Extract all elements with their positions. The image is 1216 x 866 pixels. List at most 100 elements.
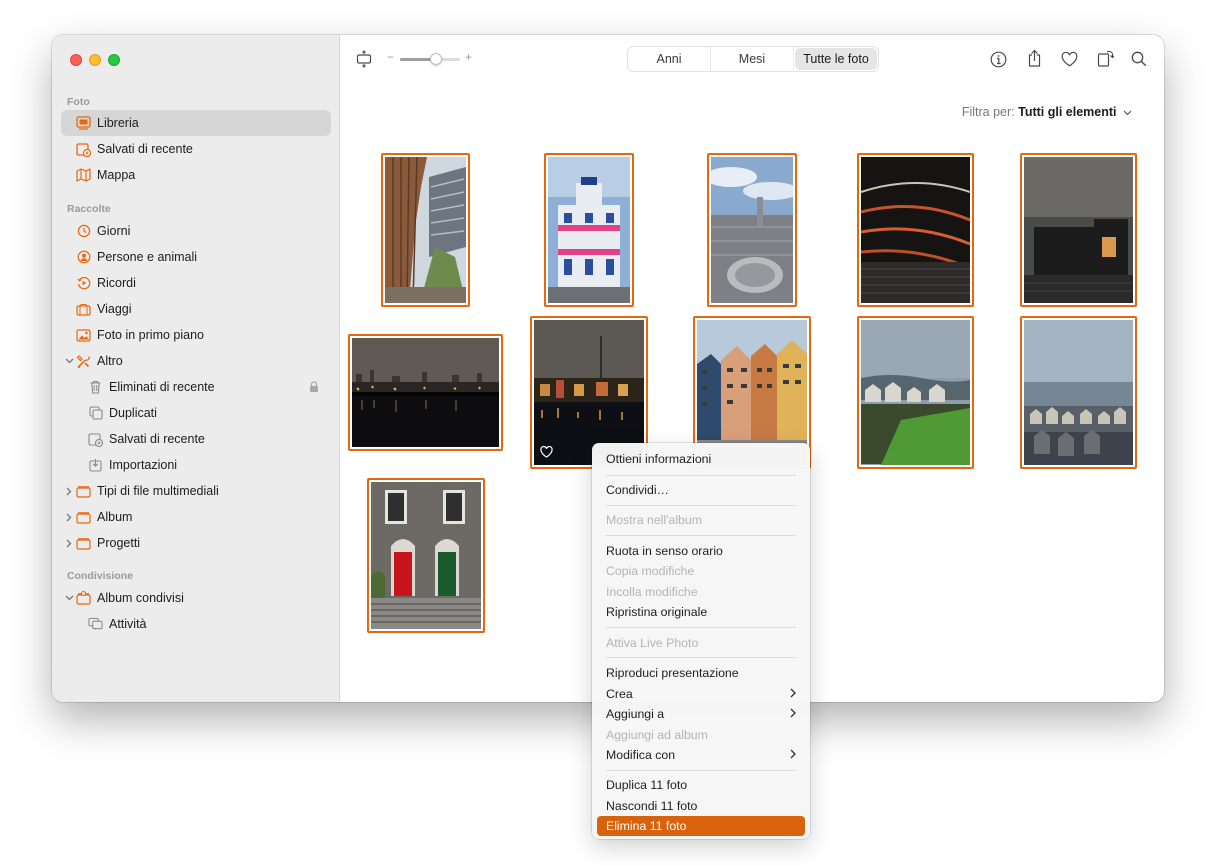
sidebar-item-foto-in-primo-piano[interactable]: Foto in primo piano [61,322,331,348]
menu-item-label: Aggiungi a [606,707,665,721]
photo-thumbnail[interactable] [857,316,974,469]
menu-separator [606,770,796,771]
menu-item-aggiungi-a[interactable]: Aggiungi a [597,704,805,724]
photo-thumbnail[interactable] [1020,316,1137,469]
menu-item-riproduci-presentazione[interactable]: Riproduci presentazione [597,663,805,683]
sidebar-item-label: Salvati di recente [109,432,205,446]
aspect-ratio-icon[interactable] [353,48,375,70]
sidebar-item-label: Progetti [97,536,141,550]
photo-thumbnail[interactable] [544,153,634,307]
photo-image [861,157,970,303]
sidebar-item-salvati-di-recente[interactable]: Salvati di recente [61,136,331,162]
filter-label: Filtra per: [961,105,1015,119]
zoom-slider[interactable]: − + [387,50,477,66]
photo-thumbnail[interactable] [857,153,974,307]
chevron-down-icon [1120,105,1132,119]
memories-icon [76,276,91,291]
zoom-knob[interactable] [430,53,442,65]
sidebar-item-libreria[interactable]: Libreria [61,110,331,136]
sidebar-item-salvati-di-recente-altro[interactable]: Salvati di recente [61,426,331,452]
photo-thumbnail[interactable] [381,153,470,307]
sidebar-item-persone-e-animali[interactable]: Persone e animali [61,244,331,270]
minimize-window-button[interactable] [89,54,101,66]
featured-photos-icon [76,328,91,343]
chevron-down-icon[interactable] [64,592,74,604]
tab-mesi[interactable]: Mesi [711,47,794,71]
folder-icon [76,510,91,525]
tab-anni[interactable]: Anni [628,47,711,71]
photo-image [548,157,630,303]
menu-item-nascondi-11-foto[interactable]: Nascondi 11 foto [597,796,805,816]
map-icon [76,168,91,183]
sidebar-item-progetti[interactable]: Progetti [61,530,331,556]
sidebar-item-label: Attività [109,617,147,631]
search-icon[interactable] [1128,48,1150,70]
menu-item-ottieni-informazioni[interactable]: Ottieni informazioni [597,449,805,469]
heart-icon[interactable] [1058,48,1080,70]
menu-item-aggiungi-ad-album: Aggiungi ad album [606,728,708,742]
sidebar-item-label: Importazioni [109,458,178,472]
sidebar-item-album[interactable]: Album [61,504,331,530]
zoom-window-button[interactable] [108,54,120,66]
photo-thumbnail[interactable] [707,153,797,307]
recently-saved-icon [88,432,103,447]
photo-image [861,320,970,465]
sidebar-item-duplicati[interactable]: Duplicati [61,400,331,426]
menu-item-crea[interactable]: Crea [597,684,805,704]
folder-icon [76,484,91,499]
sidebar-item-altro[interactable]: Altro [61,348,331,374]
menu-separator [606,657,796,658]
menu-item-elimina-11-foto[interactable]: Elimina 11 foto [597,816,805,836]
photo-image [352,338,499,447]
folder-icon [76,536,91,551]
sidebar-item-label: Eliminati di recente [109,380,215,394]
tab-tutte-le-foto[interactable]: Tutte le foto [795,48,877,70]
chevron-right-icon[interactable] [64,485,74,497]
photo-thumbnail[interactable] [1020,153,1137,307]
trips-icon [76,302,91,317]
favorite-heart-icon[interactable] [540,445,553,461]
menu-separator [606,475,796,476]
photo-thumbnail[interactable] [348,334,503,451]
sidebar: Foto Libreria Salvati di recente Mappa R… [52,35,340,702]
sidebar-item-giorni[interactable]: Giorni [61,218,331,244]
imports-icon [88,458,103,473]
filter-control[interactable]: Filtra per: Tutti gli elementi [962,105,1132,119]
menu-item-duplica-11-foto[interactable]: Duplica 11 foto [597,775,805,795]
sidebar-item-ricordi[interactable]: Ricordi [61,270,331,296]
menu-item-ripristina-originale[interactable]: Ripristina originale [597,602,805,622]
chevron-right-icon[interactable] [64,537,74,549]
menu-item-attiva-live-photo: Attiva Live Photo [606,636,699,650]
menu-item-modifica-con[interactable]: Modifica con [597,745,805,765]
sidebar-item-label: Ricordi [97,276,136,290]
sidebar-item-mappa[interactable]: Mappa [61,162,331,188]
sidebar-item-album-condivisi[interactable]: Album condivisi [61,585,331,611]
sidebar-item-label: Viaggi [97,302,132,316]
menu-item-condividi[interactable]: Condividi… [597,480,805,500]
section-label-foto: Foto [67,96,90,108]
view-segmented-control: Anni Mesi Tutte le foto [627,46,879,72]
close-window-button[interactable] [70,54,82,66]
sidebar-item-importazioni[interactable]: Importazioni [61,452,331,478]
context-menu: Ottieni informazioni Condividi… Mostra n… [592,443,810,839]
sidebar-item-label: Album condivisi [97,591,184,605]
sidebar-item-tipi-di-file-multimediali[interactable]: Tipi di file multimediali [61,478,331,504]
other-icon [76,354,91,369]
sidebar-item-label: Altro [97,354,123,368]
photo-thumbnail[interactable] [367,478,485,633]
sidebar-item-eliminati-di-recente[interactable]: Eliminati di recente [61,374,331,400]
menu-item-ruota-in-senso-orario[interactable]: Ruota in senso orario [597,541,805,561]
menu-item-mostra-nell-album: Mostra nell'album [606,513,702,527]
sidebar-item-viaggi[interactable]: Viaggi [61,296,331,322]
chevron-right-icon[interactable] [64,511,74,523]
days-icon [76,224,91,239]
info-icon[interactable] [987,48,1009,70]
share-icon[interactable] [1023,47,1045,69]
zoom-track [400,53,460,65]
chevron-down-icon[interactable] [64,355,74,367]
activity-icon [88,617,103,632]
rotate-icon[interactable] [1094,47,1116,69]
sidebar-item-label: Libreria [97,116,139,130]
sidebar-item-attivita[interactable]: Attività [61,611,331,637]
filter-value: Tutti gli elementi [1018,105,1117,119]
